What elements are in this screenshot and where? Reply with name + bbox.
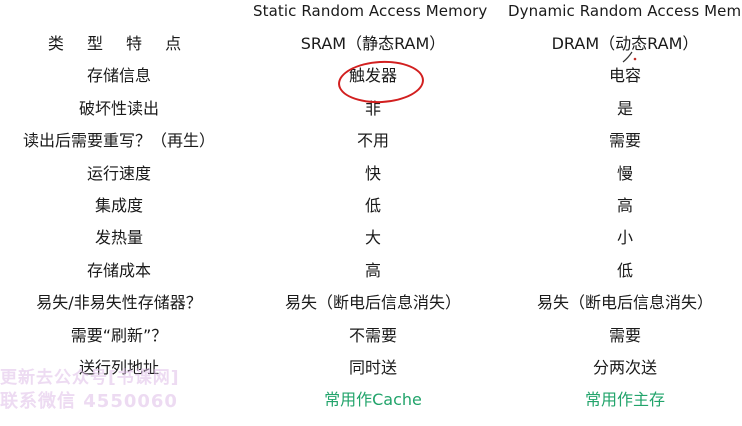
feature-cell: 存储信息 — [86, 66, 151, 86]
table-row: 易失/非易失性存储器？ 易失（断电后信息消失） 易失（断电后信息消失） — [0, 287, 742, 319]
feature-cell — [0, 384, 238, 416]
table-row: 破坏性读出 非 是 — [0, 93, 742, 125]
sram-usage-cell: 常用作Cache — [324, 390, 422, 410]
dram-cell: 电容 — [608, 66, 641, 86]
sram-cell: 同时送 — [348, 357, 397, 377]
dram-cell: 分两次送 — [592, 357, 657, 377]
dram-english-header: Dynamic Random Access Memo — [508, 2, 742, 20]
sram-cell: 低 — [364, 195, 381, 215]
sram-cell: 易失（断电后信息消失） — [284, 293, 461, 313]
dram-cell: 低 — [616, 260, 633, 280]
feature-cell: 易失/非易失性存储器？ — [36, 293, 202, 313]
dram-cell: 高 — [616, 195, 633, 215]
sram-cell: 非 — [364, 98, 381, 118]
dram-cell: 需要 — [608, 131, 641, 151]
column-header-dram: DRAM（动态RAM） — [551, 34, 699, 53]
feature-cell: 送行列地址 — [78, 357, 159, 377]
table-row: 发热量 大 小 — [0, 222, 742, 254]
sram-cell: 不需要 — [348, 325, 397, 345]
feature-cell: 运行速度 — [86, 163, 151, 183]
dram-cell: 需要 — [608, 325, 641, 345]
column-header-sram: SRAM（静态RAM） — [300, 34, 446, 53]
feature-cell: 读出后需要重写？（再生） — [22, 131, 215, 151]
feature-cell: 集成度 — [94, 195, 143, 215]
sram-cell: 触发器 — [348, 66, 397, 86]
feature-cell: 需要“刷新”？ — [70, 325, 168, 345]
table-row: 运行速度 快 慢 — [0, 158, 742, 190]
dram-usage-cell: 常用作主存 — [584, 390, 665, 410]
table-row: 需要“刷新”？ 不需要 需要 — [0, 320, 742, 352]
feature-cell: 存储成本 — [86, 260, 151, 280]
table-row: 存储信息 触发器 电容 — [0, 60, 742, 92]
sram-cell: 高 — [364, 260, 381, 280]
dram-cell: 易失（断电后信息消失） — [536, 293, 713, 313]
feature-cell: 发热量 — [94, 228, 143, 248]
table-row: 存储成本 高 低 — [0, 255, 742, 287]
column-header-feature: 类 型 特 点 — [47, 34, 191, 53]
table-row: 读出后需要重写？（再生） 不用 需要 — [0, 125, 742, 157]
table-row-usage: 常用作Cache 常用作主存 — [0, 384, 742, 416]
dram-cell: 小 — [616, 228, 633, 248]
sram-english-header: Static Random Access Memory — [253, 2, 488, 20]
table-row: 集成度 低 高 — [0, 190, 742, 222]
table-header-row: 类 型 特 点 SRAM（静态RAM） DRAM（动态RAM） — [0, 28, 742, 60]
feature-cell: 破坏性读出 — [78, 98, 159, 118]
sram-cell: 不用 — [356, 131, 389, 151]
sram-cell: 快 — [364, 163, 381, 183]
comparison-table: 类 型 特 点 SRAM（静态RAM） DRAM（动态RAM） 存储信息 触发器… — [0, 28, 742, 417]
sram-cell: 大 — [364, 228, 381, 248]
table-row: 送行列地址 同时送 分两次送 — [0, 352, 742, 384]
dram-cell: 慢 — [616, 163, 633, 183]
dram-cell: 是 — [616, 98, 633, 118]
